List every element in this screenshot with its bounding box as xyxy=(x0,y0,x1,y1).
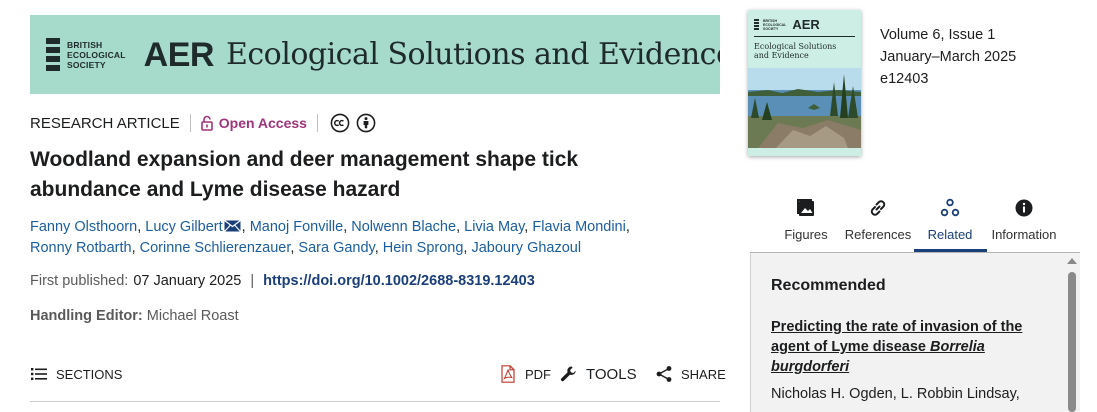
author-link[interactable]: Hein Sprong xyxy=(383,240,464,256)
article-toolbar: SECTIONS PDF TOOLS SHARE xyxy=(30,360,726,390)
share-button[interactable]: SHARE xyxy=(655,360,726,388)
doi-link[interactable]: https://doi.org/10.1002/2688-8319.12403 xyxy=(263,273,535,289)
bes-line-1: BRITISH xyxy=(67,39,103,50)
tab-references[interactable]: References xyxy=(842,192,914,252)
cover-journal-title: Ecological Solutions and Evidence xyxy=(754,42,836,60)
article-type: RESEARCH ARTICLE xyxy=(30,114,180,132)
envelope-icon[interactable] xyxy=(223,218,241,232)
author-link[interactable]: Manoj Fonville xyxy=(250,219,344,235)
pub-separator: | xyxy=(250,273,255,289)
cover-footer-band xyxy=(748,148,861,156)
bes-logo-text: BRITISH ECOLOGICAL SOCIETY xyxy=(67,40,126,70)
info-icon xyxy=(1012,196,1036,220)
tab-information[interactable]: Information xyxy=(987,192,1061,252)
tab-references-label: References xyxy=(844,227,912,242)
author-list: Fanny Olsthoorn, Lucy Gilbert, Manoj Fon… xyxy=(30,218,630,256)
image-icon xyxy=(794,196,818,220)
handling-editor-name: Michael Roast xyxy=(146,308,239,324)
cover-bes-line-3: SOCIETY xyxy=(763,26,779,31)
aer-logo: AER xyxy=(143,35,215,74)
handling-editor: Handling Editor: Michael Roast xyxy=(30,308,239,324)
tab-related-label: Related xyxy=(927,227,973,242)
open-access-badge[interactable]: Open Access xyxy=(200,115,307,131)
issue-info: Volume 6, Issue 1 January–March 2025 e12… xyxy=(880,24,1016,90)
creative-commons-icon[interactable] xyxy=(330,113,350,133)
side-tabs: Figures References Related Information xyxy=(750,192,1075,254)
tab-figures-label: Figures xyxy=(784,227,828,242)
author-link[interactable]: Sara Gandy xyxy=(298,240,374,256)
article-type-row: RESEARCH ARTICLE Open Access xyxy=(30,113,376,133)
divider xyxy=(189,114,191,132)
share-icon xyxy=(655,365,673,383)
bes-logo: BRITISH ECOLOGICAL SOCIETY xyxy=(46,37,126,72)
share-label: SHARE xyxy=(681,366,726,382)
journal-cover[interactable]: BRITISH ECOLOGICAL SOCIETY AER Ecologica… xyxy=(748,10,861,156)
author-link[interactable]: Ronny Rotbarth xyxy=(30,240,132,256)
tools-label: TOOLS xyxy=(586,365,637,383)
bes-logo-mark xyxy=(46,37,60,72)
pdf-button[interactable]: PDF xyxy=(499,360,551,388)
author-link[interactable]: Flavia Mondini xyxy=(532,219,626,235)
author-link[interactable]: Lucy Gilbert xyxy=(145,219,222,235)
author-link[interactable]: Jaboury Ghazoul xyxy=(471,240,581,256)
list-icon xyxy=(30,365,48,383)
first-published-date: 07 January 2025 xyxy=(133,273,242,289)
article-id: e12403 xyxy=(880,71,929,87)
panel-scrollbar[interactable] xyxy=(1066,256,1078,412)
tab-related[interactable]: Related xyxy=(926,192,974,252)
related-nodes-icon xyxy=(938,196,962,220)
scroll-up-arrow[interactable] xyxy=(1067,258,1077,264)
author-link[interactable]: Nolwenn Blache xyxy=(351,219,456,235)
recommended-article-link[interactable]: Predicting the rate of invasion of the a… xyxy=(771,317,1041,377)
tab-information-label: Information xyxy=(991,227,1057,242)
unlock-icon xyxy=(200,115,213,131)
cover-bes-line-2: ECOLOGICAL xyxy=(763,22,787,27)
issue-dates: January–March 2025 xyxy=(880,49,1017,65)
author-link[interactable]: Fanny Olsthoorn xyxy=(30,219,137,235)
author-link[interactable]: Livia May xyxy=(464,219,524,235)
tools-button[interactable]: TOOLS xyxy=(560,360,637,388)
cover-header: BRITISH ECOLOGICAL SOCIETY AER xyxy=(754,17,820,32)
journal-banner[interactable]: BRITISH ECOLOGICAL SOCIETY AER Ecologica… xyxy=(30,15,720,94)
journal-title: Ecological Solutions and Evidence xyxy=(225,36,720,72)
recommended-panel: Recommended Predicting the rate of invas… xyxy=(750,253,1080,412)
tab-figures[interactable]: Figures xyxy=(784,192,828,252)
sections-label: SECTIONS xyxy=(56,366,123,382)
cover-photo xyxy=(748,68,861,148)
pdf-icon xyxy=(499,365,517,383)
publication-info: First published: 07 January 2025 | https… xyxy=(30,273,535,289)
recommended-authors: Nicholas H. Ogden, L. Robbin Lindsay, xyxy=(771,386,1020,402)
cover-society-text: BRITISH ECOLOGICAL SOCIETY xyxy=(763,19,786,31)
attribution-icon[interactable] xyxy=(356,113,376,133)
bes-line-2: ECOLOGICAL xyxy=(67,49,126,60)
pdf-label: PDF xyxy=(525,366,551,382)
cover-title-line-1: Ecological Solutions xyxy=(754,42,837,51)
recommended-heading: Recommended xyxy=(771,277,886,294)
open-access-label: Open Access xyxy=(218,115,307,131)
license-icons[interactable] xyxy=(330,113,376,133)
cover-logo-mark xyxy=(754,18,759,31)
toolbar-divider xyxy=(30,401,720,402)
cover-title-line-2: and Evidence xyxy=(754,51,809,60)
link-icon xyxy=(866,196,890,220)
cover-aer-logo: AER xyxy=(792,17,820,32)
divider xyxy=(316,114,318,132)
scroll-thumb[interactable] xyxy=(1068,272,1076,412)
author-link[interactable]: Corinne Schlierenzauer xyxy=(140,240,291,256)
bes-line-3: SOCIETY xyxy=(67,59,106,70)
issue-volume-link[interactable]: Volume 6, Issue 1 xyxy=(880,24,1016,46)
wrench-icon xyxy=(560,365,578,383)
article-title: Woodland expansion and deer management s… xyxy=(30,148,579,201)
first-published-label: First published: xyxy=(30,273,129,289)
cover-divider xyxy=(754,36,855,37)
sections-button[interactable]: SECTIONS xyxy=(30,360,122,388)
handling-editor-label: Handling Editor: xyxy=(30,308,143,324)
